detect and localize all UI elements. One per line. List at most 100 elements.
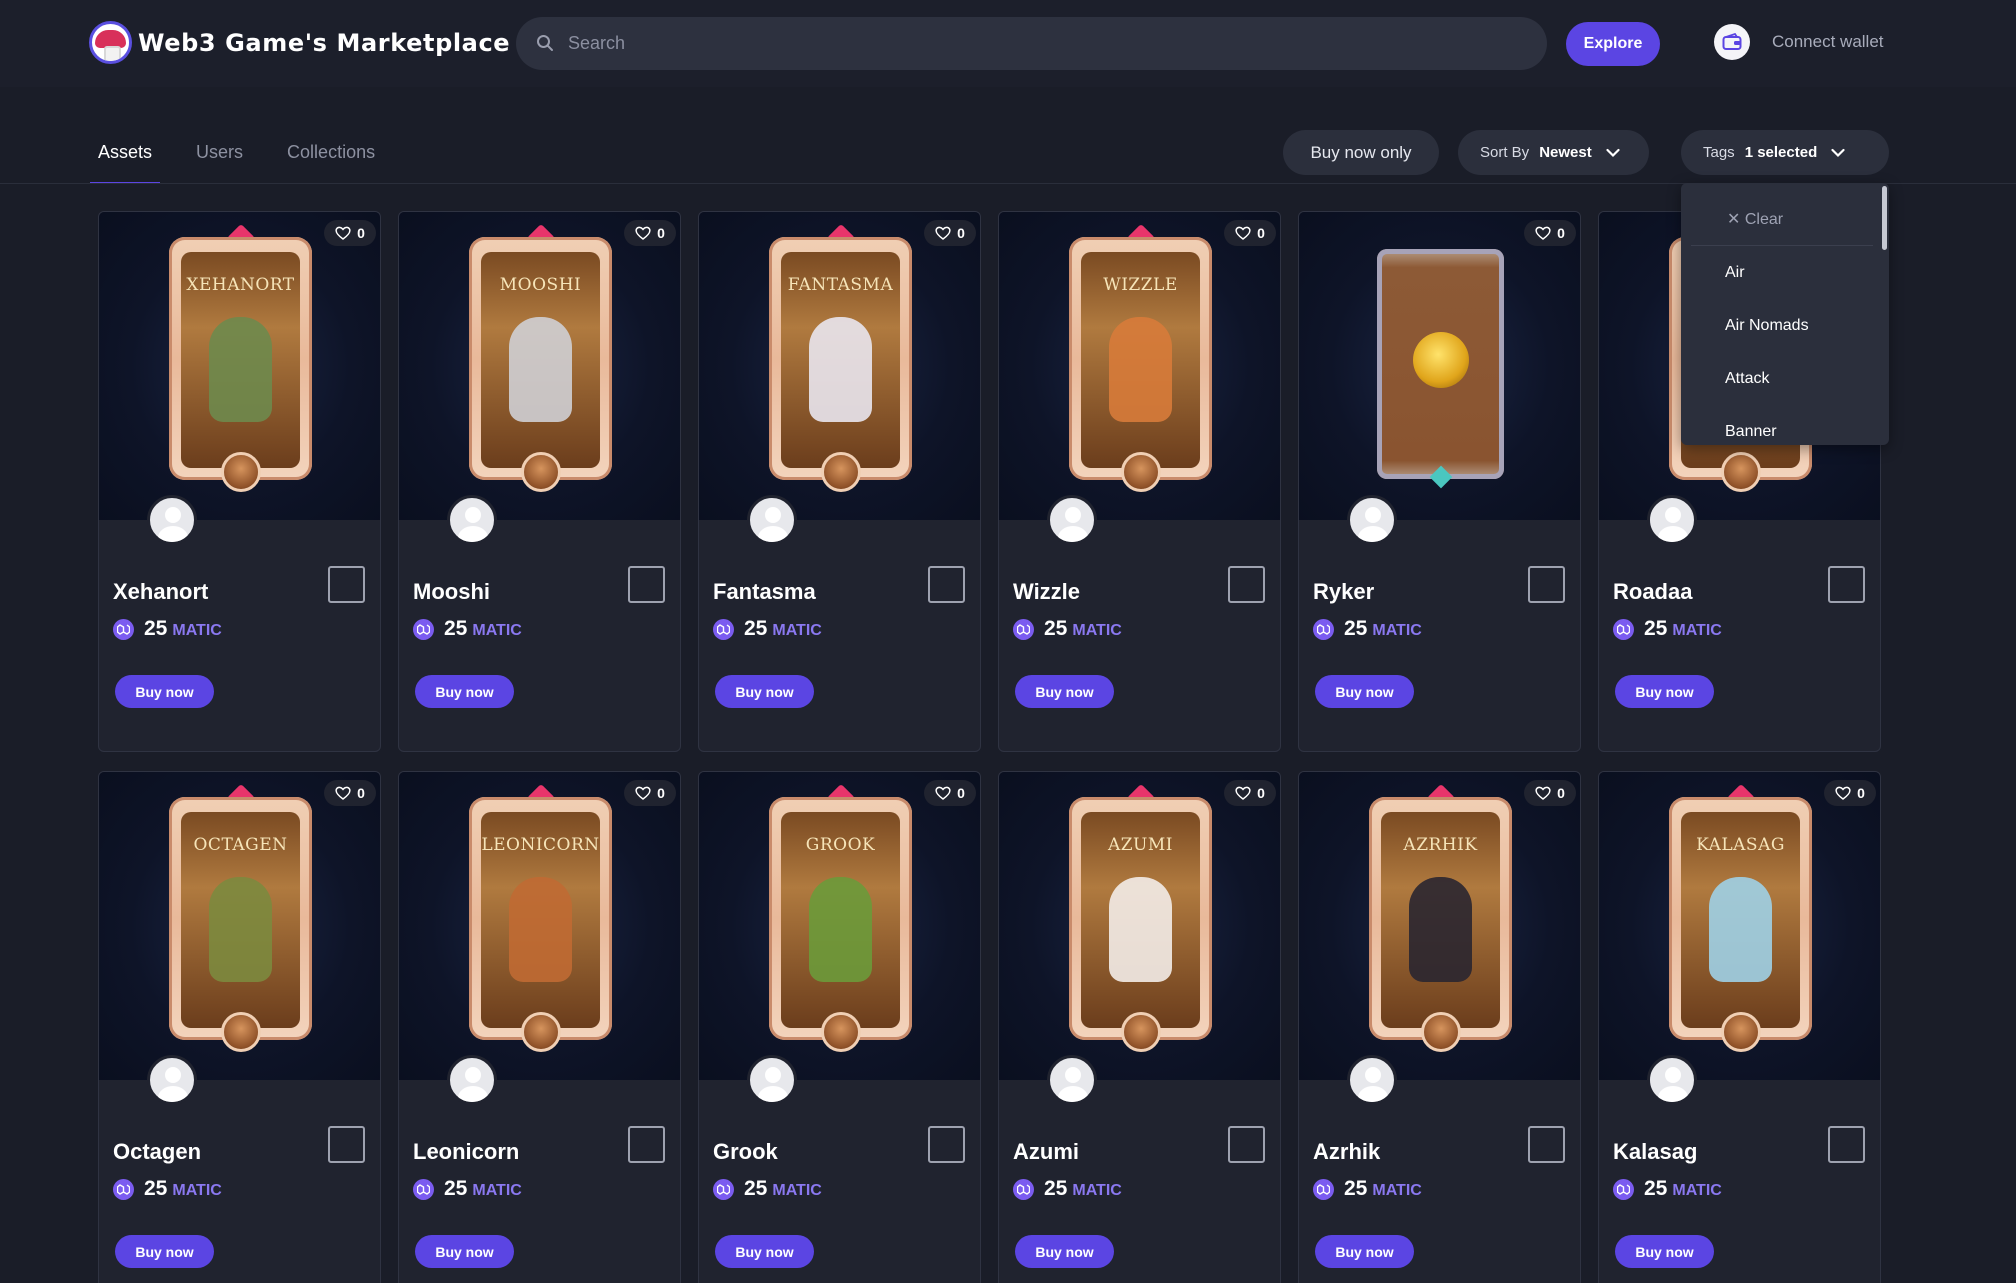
- buy-now-button[interactable]: Buy now: [1315, 1235, 1414, 1268]
- buy-now-button[interactable]: Buy now: [1315, 675, 1414, 708]
- asset-card[interactable]: GROOK 0 Grook 25 MATIC Buy now: [698, 771, 981, 1283]
- like-button[interactable]: 0: [924, 220, 976, 246]
- buy-now-button[interactable]: Buy now: [415, 675, 514, 708]
- select-checkbox[interactable]: [328, 566, 365, 603]
- asset-image[interactable]: OCTAGEN 0: [99, 772, 380, 1080]
- buy-now-button[interactable]: Buy now: [715, 1235, 814, 1268]
- like-button[interactable]: 0: [1524, 780, 1576, 806]
- avatar[interactable]: [1347, 495, 1397, 545]
- select-checkbox[interactable]: [1528, 1126, 1565, 1163]
- avatar[interactable]: [747, 1055, 797, 1105]
- like-button[interactable]: 0: [1224, 780, 1276, 806]
- avatar[interactable]: [147, 495, 197, 545]
- matic-icon: [413, 1178, 434, 1200]
- avatar[interactable]: [447, 1055, 497, 1105]
- connect-wallet-button[interactable]: Connect wallet: [1714, 24, 1884, 60]
- search-input[interactable]: [568, 17, 1528, 70]
- nft-orb: [821, 452, 861, 492]
- tab-collections[interactable]: Collections: [279, 138, 383, 184]
- asset-image[interactable]: LEONICORN 0: [399, 772, 680, 1080]
- select-checkbox[interactable]: [1228, 566, 1265, 603]
- buy-now-button[interactable]: Buy now: [715, 675, 814, 708]
- asset-card[interactable]: 0 Ryker 25 MATIC Buy now: [1298, 211, 1581, 752]
- tag-option[interactable]: Banner: [1725, 423, 1777, 441]
- buy-now-button[interactable]: Buy now: [1015, 675, 1114, 708]
- tag-option[interactable]: Air: [1725, 264, 1745, 282]
- avatar[interactable]: [147, 1055, 197, 1105]
- avatar[interactable]: [447, 495, 497, 545]
- dropdown-scrollbar[interactable]: [1882, 186, 1887, 250]
- select-checkbox[interactable]: [628, 566, 665, 603]
- asset-image[interactable]: MOOSHI 0: [399, 212, 680, 520]
- like-button[interactable]: 0: [624, 220, 676, 246]
- price: 25 MATIC: [713, 617, 822, 641]
- asset-card[interactable]: OCTAGEN 0 Octagen 25 MATIC Buy now: [98, 771, 381, 1283]
- tab-assets[interactable]: Assets: [90, 138, 161, 184]
- asset-card[interactable]: AZUMI 0 Azumi 25 MATIC Buy now: [998, 771, 1281, 1283]
- tag-option[interactable]: Attack: [1725, 370, 1769, 388]
- select-checkbox[interactable]: [1828, 566, 1865, 603]
- asset-card[interactable]: AZRHIK 0 Azrhik 25 MATIC Buy now: [1298, 771, 1581, 1283]
- nft-orb: [521, 1012, 561, 1052]
- buy-now-button[interactable]: Buy now: [1615, 1235, 1714, 1268]
- asset-image[interactable]: AZUMI 0: [999, 772, 1280, 1080]
- asset-card[interactable]: WIZZLE 0 Wizzle 25 MATIC Buy now: [998, 211, 1281, 752]
- like-count: 0: [1257, 225, 1265, 241]
- asset-image[interactable]: AZRHIK 0: [1299, 772, 1580, 1080]
- select-checkbox[interactable]: [928, 1126, 965, 1163]
- avatar[interactable]: [1047, 495, 1097, 545]
- like-count: 0: [657, 225, 665, 241]
- avatar[interactable]: [1647, 495, 1697, 545]
- nft-title: KALASAG: [1696, 835, 1785, 855]
- like-button[interactable]: 0: [1524, 220, 1576, 246]
- like-button[interactable]: 0: [324, 780, 376, 806]
- asset-card[interactable]: FANTASMA 0 Fantasma 25 MATIC Buy now: [698, 211, 981, 752]
- explore-button[interactable]: Explore: [1566, 22, 1660, 66]
- select-checkbox[interactable]: [628, 1126, 665, 1163]
- sort-by-select[interactable]: Sort By Newest: [1458, 130, 1649, 175]
- nft-orb: [1421, 1012, 1461, 1052]
- select-checkbox[interactable]: [328, 1126, 365, 1163]
- select-checkbox[interactable]: [1228, 1126, 1265, 1163]
- select-checkbox[interactable]: [928, 566, 965, 603]
- asset-image[interactable]: FANTASMA 0: [699, 212, 980, 520]
- price-value: 25: [444, 1177, 468, 1200]
- tab-users[interactable]: Users: [188, 138, 251, 184]
- asset-card[interactable]: XEHANORT 0 Xehanort 25 MATIC Buy now: [98, 211, 381, 752]
- price-value: 25: [144, 1177, 168, 1200]
- avatar[interactable]: [1347, 1055, 1397, 1105]
- logo[interactable]: Web3 Game's Marketplace: [89, 21, 510, 64]
- matic-icon: [1613, 618, 1634, 640]
- buy-now-button[interactable]: Buy now: [1015, 1235, 1114, 1268]
- buy-now-only-filter[interactable]: Buy now only: [1283, 130, 1439, 175]
- asset-card[interactable]: MOOSHI 0 Mooshi 25 MATIC Buy now: [398, 211, 681, 752]
- asset-image[interactable]: XEHANORT 0: [99, 212, 380, 520]
- like-button[interactable]: 0: [324, 220, 376, 246]
- avatar[interactable]: [1647, 1055, 1697, 1105]
- buy-now-button[interactable]: Buy now: [115, 1235, 214, 1268]
- search-bar[interactable]: [516, 17, 1547, 70]
- nft-title: XEHANORT: [186, 275, 295, 295]
- tags-select[interactable]: Tags 1 selected: [1681, 130, 1889, 175]
- like-button[interactable]: 0: [924, 780, 976, 806]
- asset-image[interactable]: GROOK 0: [699, 772, 980, 1080]
- asset-image[interactable]: 0: [1299, 212, 1580, 520]
- matic-icon: [713, 618, 734, 640]
- asset-card[interactable]: LEONICORN 0 Leonicorn 25 MATIC Buy now: [398, 771, 681, 1283]
- avatar[interactable]: [747, 495, 797, 545]
- like-button[interactable]: 0: [624, 780, 676, 806]
- asset-image[interactable]: KALASAG 0: [1599, 772, 1880, 1080]
- asset-card[interactable]: KALASAG 0 Kalasag 25 MATIC Buy now: [1598, 771, 1881, 1283]
- select-checkbox[interactable]: [1528, 566, 1565, 603]
- buy-now-button[interactable]: Buy now: [415, 1235, 514, 1268]
- tag-option[interactable]: Air Nomads: [1725, 317, 1809, 335]
- like-button[interactable]: 0: [1224, 220, 1276, 246]
- avatar[interactable]: [1047, 1055, 1097, 1105]
- buy-now-button[interactable]: Buy now: [1615, 675, 1714, 708]
- buy-now-button[interactable]: Buy now: [115, 675, 214, 708]
- clear-tags-button[interactable]: ✕ Clear: [1727, 209, 1783, 229]
- price: 25 MATIC: [1013, 617, 1122, 641]
- select-checkbox[interactable]: [1828, 1126, 1865, 1163]
- asset-image[interactable]: WIZZLE 0: [999, 212, 1280, 520]
- like-button[interactable]: 0: [1824, 780, 1876, 806]
